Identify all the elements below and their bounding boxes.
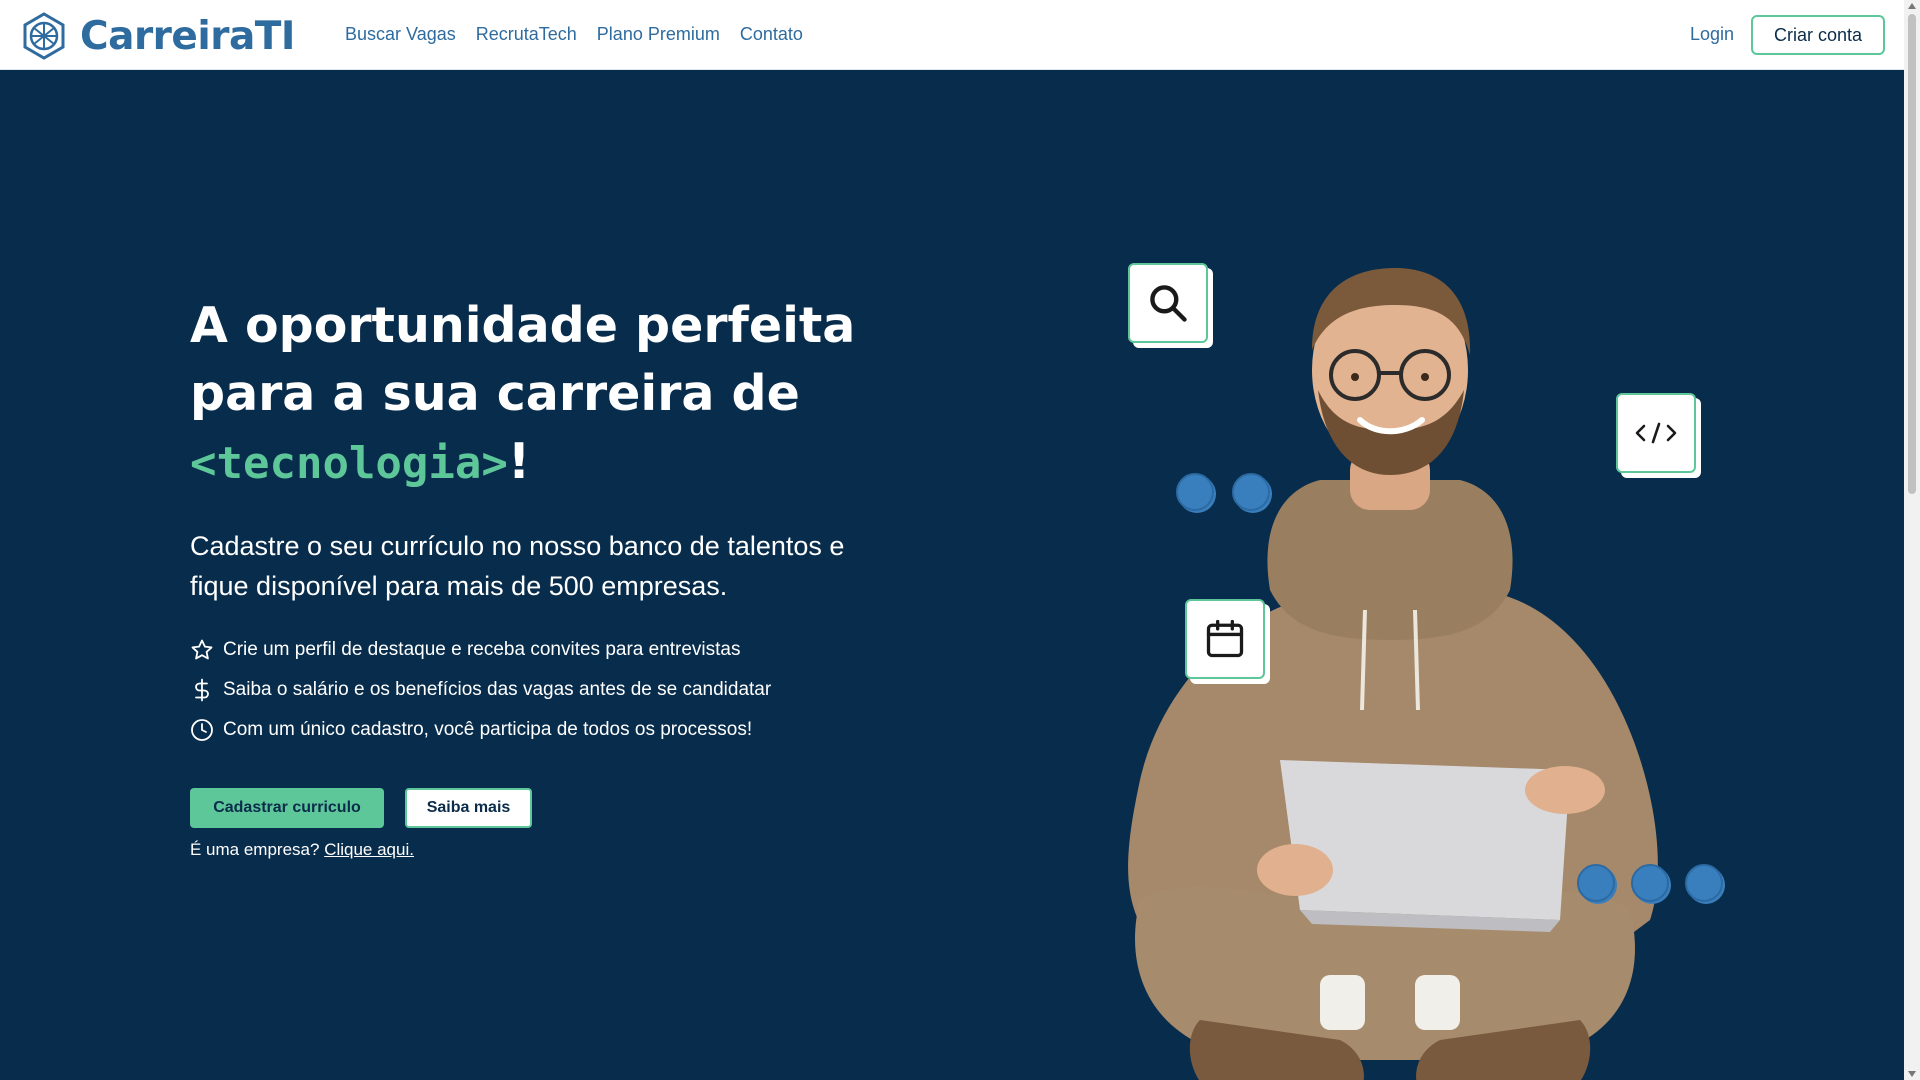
learn-more-button[interactable]: Saiba mais	[405, 788, 532, 828]
register-resume-button[interactable]: Cadastrar curriculo	[190, 788, 384, 828]
company-link[interactable]: Clique aqui.	[324, 840, 414, 859]
feature-list: Crie um perfil de destaque e receba conv…	[190, 630, 771, 750]
company-prompt-text: É uma empresa?	[190, 840, 320, 859]
nav-link-plano-premium[interactable]: Plano Premium	[597, 24, 720, 45]
nav-link-contato[interactable]: Contato	[740, 24, 803, 45]
calendar-icon	[1206, 619, 1244, 658]
calendar-card	[1185, 599, 1265, 679]
decorative-dot	[1631, 864, 1669, 902]
main-nav: Buscar Vagas RecrutaTech Plano Premium C…	[345, 24, 803, 45]
star-icon	[191, 639, 213, 660]
brand-logo[interactable]: CarreiraTI	[20, 12, 295, 60]
feature-item: Crie um perfil de destaque e receba conv…	[190, 630, 771, 670]
headline-accent: <tecnologia>	[190, 438, 508, 489]
page-scrollbar[interactable]	[1904, 0, 1920, 1080]
code-card	[1616, 393, 1696, 473]
feature-text: Com um único cadastro, você participa de…	[223, 719, 753, 740]
scroll-up-arrow-icon[interactable]	[1908, 3, 1916, 9]
feature-text: Saiba o salário e os benefícios das vaga…	[223, 679, 772, 700]
scroll-down-arrow-icon[interactable]	[1908, 1071, 1916, 1077]
headline-exclamation: !	[507, 433, 531, 490]
search-card	[1128, 263, 1208, 343]
code-icon	[1635, 422, 1677, 444]
feature-item: Com um único cadastro, você participa de…	[190, 710, 771, 750]
hex-network-logo-icon	[23, 12, 65, 60]
decorative-dot	[1577, 864, 1615, 902]
headline-line-1: A oportunidade perfeita	[190, 297, 856, 354]
feature-item: Saiba o salário e os benefícios das vaga…	[190, 670, 771, 710]
company-prompt: É uma empresa? Clique aqui.	[190, 840, 414, 860]
feature-text: Crie um perfil de destaque e receba conv…	[223, 639, 741, 660]
dollar-icon	[195, 678, 209, 702]
hero-section: A oportunidade perfeita para a sua carre…	[0, 70, 1904, 1080]
nav-link-buscar-vagas[interactable]: Buscar Vagas	[345, 24, 456, 45]
login-link[interactable]: Login	[1690, 24, 1734, 45]
top-navbar: CarreiraTI Buscar Vagas RecrutaTech Plan…	[0, 0, 1904, 70]
headline-line-2: para a sua carreira de	[190, 365, 800, 422]
search-icon	[1150, 285, 1187, 322]
person-with-laptop-illustration	[1128, 268, 1658, 1080]
nav-link-recrutatech[interactable]: RecrutaTech	[476, 24, 577, 45]
decorative-dot	[1232, 473, 1270, 511]
hero-subtitle: Cadastre o seu currículo no nosso banco …	[190, 531, 845, 601]
clock-icon	[191, 719, 213, 741]
decorative-dot	[1176, 473, 1214, 511]
brand-name: CarreiraTI	[80, 13, 295, 59]
hero-headline: A oportunidade perfeita para a sua carre…	[190, 292, 910, 498]
scroll-thumb[interactable]	[1908, 14, 1916, 494]
decorative-dot	[1685, 864, 1723, 902]
create-account-button[interactable]: Criar conta	[1751, 15, 1885, 55]
